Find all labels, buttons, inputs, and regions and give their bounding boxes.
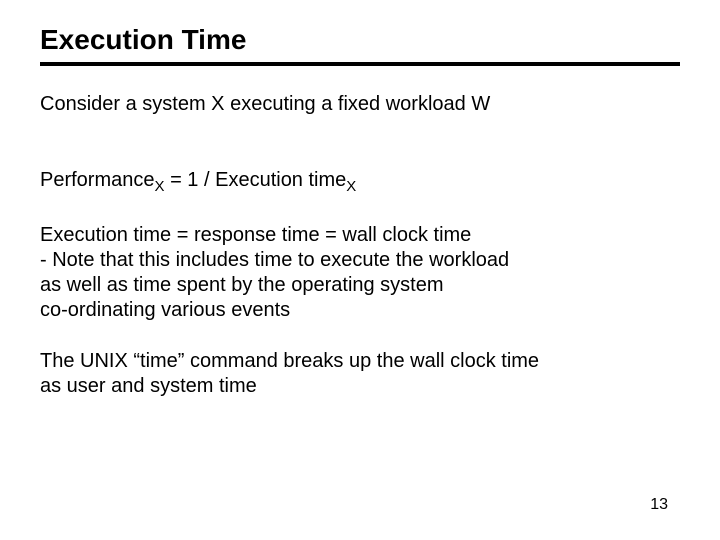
page-number: 13	[650, 496, 668, 514]
performance-equation: PerformanceX = 1 / Execution timeX	[40, 143, 680, 197]
unix-block: The UNIX “time” command breaks up the wa…	[40, 349, 680, 399]
perf-lhs: Performance	[40, 169, 155, 191]
definition-block: Execution time = response time = wall cl…	[40, 223, 680, 323]
perf-mid: = 1 / Execution time	[165, 169, 347, 191]
divider	[40, 62, 680, 66]
slide: Execution Time Consider a system X execu…	[0, 0, 720, 540]
perf-subscript-left: X	[155, 178, 165, 195]
slide-body: Consider a system X executing a fixed wo…	[40, 92, 680, 399]
intro-line: Consider a system X executing a fixed wo…	[40, 92, 680, 117]
slide-title: Execution Time	[40, 24, 680, 56]
perf-subscript-right: X	[346, 178, 356, 195]
